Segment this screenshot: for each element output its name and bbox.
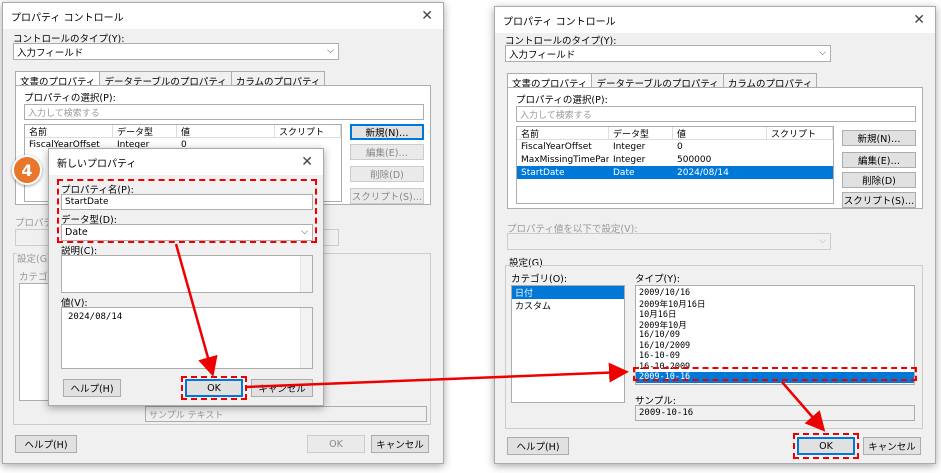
annotation-arrows — [174, 243, 826, 432]
arrow-to-right-ok — [781, 381, 826, 432]
arrow-to-ok — [174, 243, 218, 377]
arrow-to-right-dialog — [245, 362, 629, 389]
